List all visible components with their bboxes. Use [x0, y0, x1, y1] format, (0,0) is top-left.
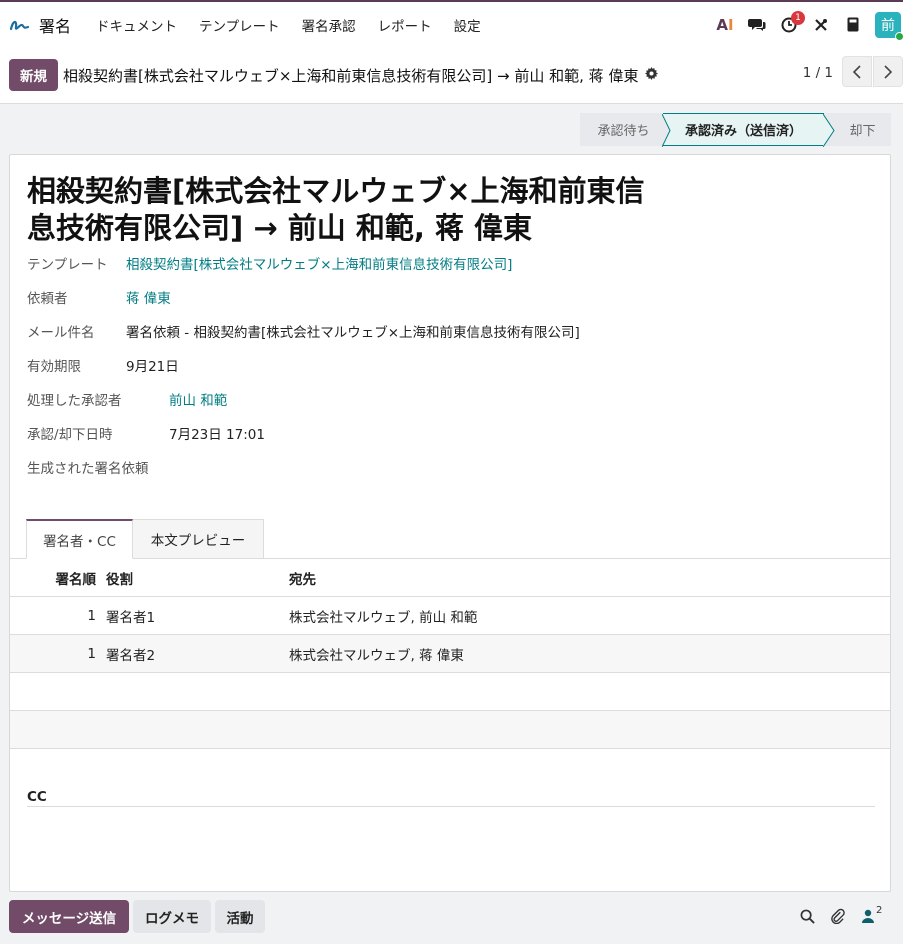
menu-sign-approval[interactable]: 署名承認: [291, 15, 367, 35]
expiry-value: 9月21日: [126, 359, 179, 375]
stage-approved[interactable]: 承認済み（送信済）: [662, 113, 835, 147]
status-bar: 承認待ち 承認済み（送信済） 却下: [580, 113, 891, 147]
approver-label: 処理した承認者: [27, 393, 122, 409]
activity-clock-icon[interactable]: 1: [773, 2, 805, 47]
signers-table: 署名順 役割 宛先 1 署名者1 株式会社マルウェブ, 前山 和範 1 署名者2…: [10, 559, 890, 749]
app-name[interactable]: 署名: [39, 13, 71, 37]
activity-button[interactable]: 活動: [215, 900, 265, 933]
send-message-button[interactable]: メッセージ送信: [9, 900, 129, 933]
sign-app-icon[interactable]: [8, 14, 30, 36]
menu-settings[interactable]: 設定: [443, 15, 492, 35]
expiry-label: 有効期限: [27, 359, 81, 375]
gear-icon[interactable]: [645, 66, 659, 84]
row-order: 1: [87, 646, 96, 662]
requester-label: 依頼者: [27, 291, 68, 307]
subject-label: メール件名: [27, 325, 95, 341]
cc-field[interactable]: [27, 806, 875, 807]
pager-next-button[interactable]: [873, 56, 903, 87]
notebook-tabs: 署名者・CC 本文プレビュー: [10, 519, 890, 559]
tab-signers-cc[interactable]: 署名者・CC: [26, 519, 133, 559]
cc-label: CC: [27, 789, 47, 805]
user-avatar[interactable]: 前: [875, 11, 903, 41]
approver-link[interactable]: 前山 和範: [169, 389, 227, 409]
row-order: 1: [87, 608, 96, 624]
control-panel: 新規 相殺契約書[株式会社マルウェブ×上海和前東信息技術有限公司] → 前山 和…: [0, 47, 903, 104]
empty-table-row: [10, 711, 890, 749]
form-sheet: 相殺契約書[株式会社マルウェブ×上海和前東信息技術有限公司] → 前山 和範, …: [9, 154, 891, 892]
followers-icon[interactable]: [858, 906, 878, 926]
ai-icon[interactable]: AI: [709, 2, 741, 47]
search-icon[interactable]: [797, 906, 817, 926]
breadcrumb-record-title: 相殺契約書[株式会社マルウェブ×上海和前東信息技術有限公司] → 前山 和範, …: [63, 66, 639, 85]
subject-value: 署名依頼 - 相殺契約書[株式会社マルウェブ×上海和前東信息技術有限公司]: [126, 325, 580, 341]
followers-count: 2: [876, 905, 883, 916]
menu-reports[interactable]: レポート: [367, 15, 443, 35]
header-role[interactable]: 役割: [106, 559, 133, 597]
row-destination: 株式会社マルウェブ, 前山 和範: [289, 610, 478, 626]
header-destination[interactable]: 宛先: [289, 559, 316, 597]
template-link[interactable]: 相殺契約書[株式会社マルウェブ×上海和前東信息技術有限公司]: [126, 253, 512, 273]
decision-date-label: 承認/却下日時: [27, 427, 113, 443]
tab-body-preview[interactable]: 本文プレビュー: [133, 519, 264, 559]
calculator-icon[interactable]: [837, 2, 869, 47]
template-label: テンプレート: [27, 257, 108, 273]
pager-value[interactable]: 1 / 1: [803, 65, 833, 81]
activity-badge: 1: [791, 11, 805, 25]
row-role: 署名者2: [106, 648, 156, 664]
messaging-icon[interactable]: [741, 2, 773, 47]
table-header-row: 署名順 役割 宛先: [10, 559, 890, 597]
online-status-dot: [895, 31, 903, 41]
tools-icon[interactable]: [805, 2, 837, 47]
decision-date-value: 7月23日 17:01: [169, 427, 265, 443]
pager-previous-button[interactable]: [842, 56, 872, 87]
generated-requests-label: 生成された署名依頼: [27, 461, 149, 477]
header-order[interactable]: 署名順: [26, 559, 97, 597]
attachment-icon[interactable]: [827, 906, 847, 926]
requester-link[interactable]: 蒋 偉東: [126, 287, 171, 307]
log-note-button[interactable]: ログメモ: [133, 900, 211, 933]
chatter-bar: メッセージ送信 ログメモ 活動: [0, 892, 903, 944]
systray: AI 1 前: [709, 2, 903, 47]
top-navbar: 署名 ドキュメント テンプレート 署名承認 レポート 設定 AI 1 前: [0, 0, 903, 47]
table-row[interactable]: 1 署名者2 株式会社マルウェブ, 蒋 偉東: [10, 635, 890, 673]
menu-templates[interactable]: テンプレート: [188, 15, 291, 35]
row-destination: 株式会社マルウェブ, 蒋 偉東: [289, 648, 464, 664]
empty-table-row: [10, 673, 890, 711]
menu-documents[interactable]: ドキュメント: [85, 15, 188, 35]
table-row[interactable]: 1 署名者1 株式会社マルウェブ, 前山 和範: [10, 597, 890, 635]
new-button[interactable]: 新規: [9, 59, 58, 91]
stage-pending[interactable]: 承認待ち: [580, 113, 663, 146]
row-role: 署名者1: [106, 610, 156, 626]
record-title[interactable]: 相殺契約書[株式会社マルウェブ×上海和前東信息技術有限公司] → 前山 和範, …: [27, 173, 667, 247]
main-menu: ドキュメント テンプレート 署名承認 レポート 設定: [85, 15, 492, 35]
